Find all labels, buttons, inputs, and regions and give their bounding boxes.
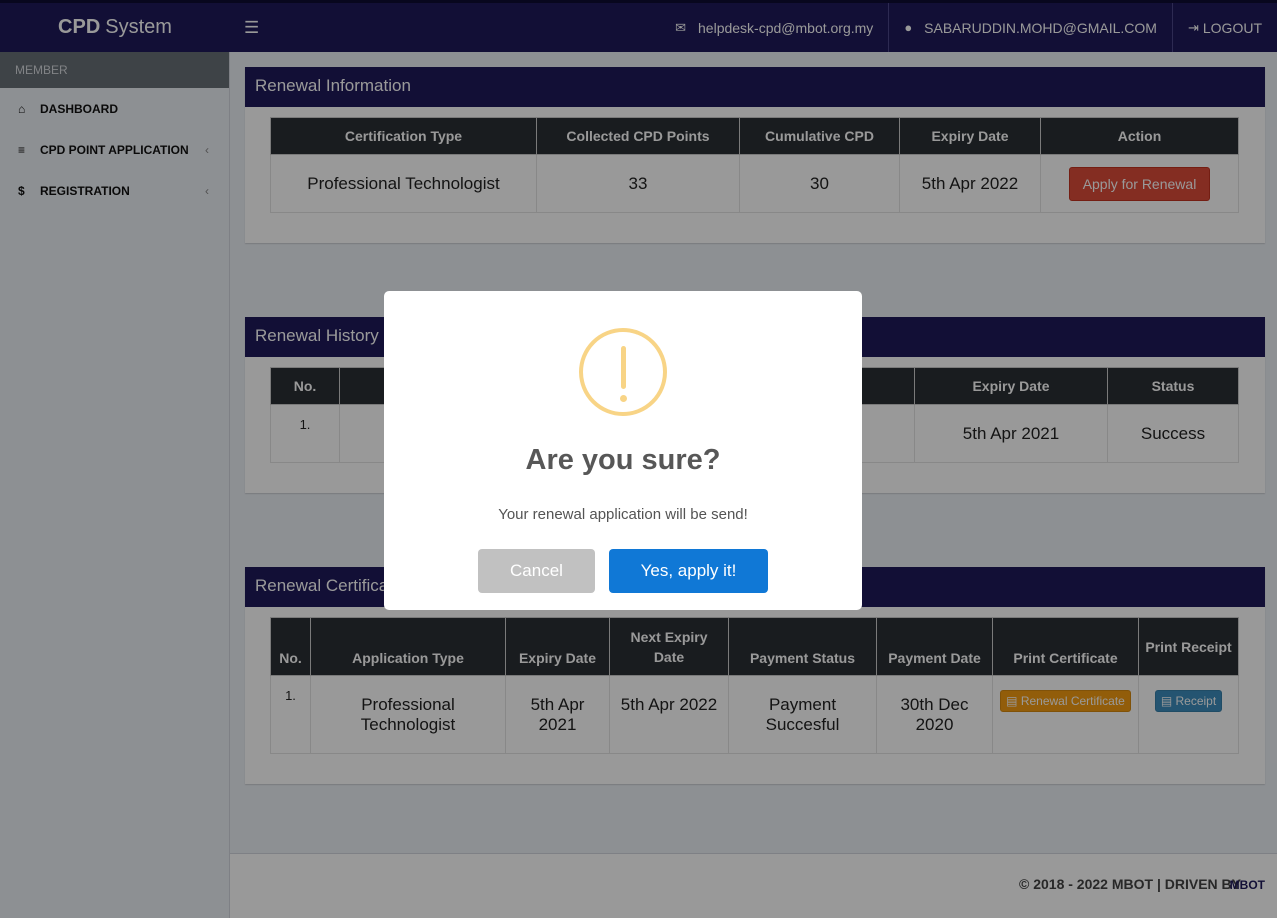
- warning-icon: [579, 328, 667, 416]
- confirm-apply-button[interactable]: Yes, apply it!: [609, 549, 768, 593]
- confirm-dialog: Are you sure? Your renewal application w…: [384, 291, 862, 610]
- cancel-button[interactable]: Cancel: [478, 549, 595, 593]
- dialog-message: Your renewal application will be send!: [498, 506, 748, 523]
- dialog-title: Are you sure?: [525, 444, 721, 476]
